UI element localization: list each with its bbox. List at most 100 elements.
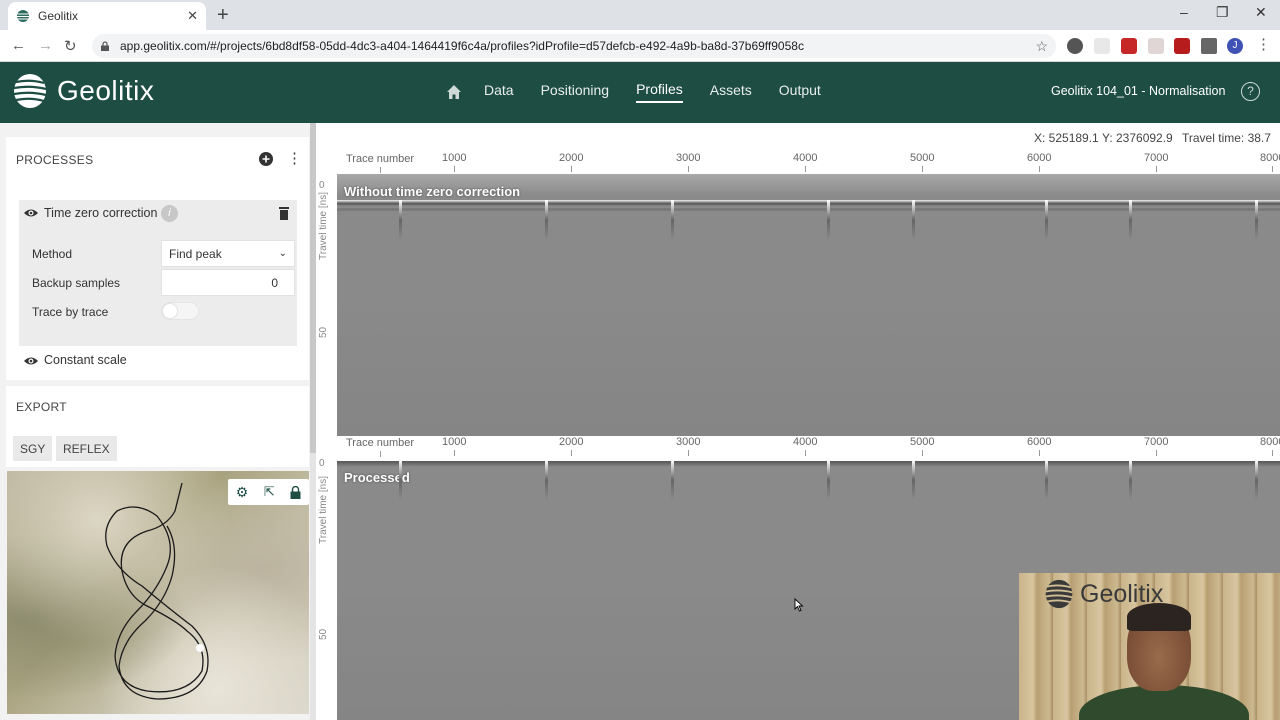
extension-pdf-icon[interactable]	[1174, 38, 1190, 54]
nav-profiles[interactable]: Profiles	[636, 81, 683, 103]
trace-tick: 8000	[1260, 152, 1280, 172]
processes-menu-icon[interactable]: ⋮	[287, 149, 302, 167]
home-icon[interactable]	[446, 84, 462, 100]
geolitix-favicon-icon	[17, 10, 29, 22]
y-tick: 50	[318, 628, 329, 640]
open-external-icon[interactable]: ⇱	[264, 484, 275, 500]
browser-tab-bar: Geolitix ✕ + – ❐ ✕	[0, 0, 1280, 30]
main-nav: Data Positioning Profiles Assets Output	[446, 81, 848, 103]
track-map[interactable]: ⚙ ⇱	[7, 471, 309, 714]
project-name[interactable]: Geolitix 104_01 - Normalisation	[1051, 84, 1225, 98]
geolitix-logo[interactable]: Geolitix	[13, 73, 154, 109]
webcam-overlay: Geolitix	[1019, 573, 1280, 720]
trace-by-trace-toggle[interactable]	[161, 302, 199, 320]
trace-marker	[912, 460, 915, 500]
address-bar-row: ← → ↻ app.geolitix.com/#/projects/6bd8df…	[0, 30, 1280, 62]
browser-tab[interactable]: Geolitix ✕	[8, 2, 206, 30]
app-header: Geolitix Data Positioning Profiles Asset…	[0, 62, 1280, 123]
bookmark-star-icon[interactable]: ☆	[1035, 38, 1048, 55]
trace-tick: 2000	[559, 152, 584, 172]
eye-icon[interactable]	[23, 355, 39, 367]
nav-data[interactable]: Data	[484, 82, 514, 102]
extension-mountain-icon[interactable]	[1094, 38, 1110, 54]
trace-marker	[399, 200, 402, 240]
y-axis-label: Travel time [ns]	[318, 192, 329, 260]
url-text: app.geolitix.com/#/projects/6bd8df58-05d…	[120, 39, 804, 53]
settings-gear-icon[interactable]: ⚙	[236, 484, 249, 501]
trace-tick: 4000	[793, 152, 818, 172]
backup-samples-value: 0	[271, 275, 278, 290]
trace-axis-title: Trace number	[346, 437, 415, 457]
trace-tick: 7000	[1144, 152, 1169, 172]
minimize-icon[interactable]: –	[1180, 4, 1188, 20]
close-window-icon[interactable]: ✕	[1255, 4, 1267, 21]
trace-tick: 5000	[910, 152, 935, 172]
extension-red-icon[interactable]	[1121, 38, 1137, 54]
forward-icon[interactable]: →	[38, 37, 53, 54]
map-toolbar: ⚙ ⇱	[228, 479, 309, 505]
travel-time-axis: 0 Travel time [ns] 50	[316, 458, 337, 720]
lock-icon[interactable]	[290, 485, 301, 499]
nav-assets[interactable]: Assets	[710, 82, 752, 102]
trace-tick: 1000	[442, 436, 467, 456]
close-tab-icon[interactable]: ✕	[187, 8, 198, 24]
extensions-puzzle-icon[interactable]	[1201, 38, 1217, 54]
trace-marker	[545, 200, 548, 240]
trace-tick: 1000	[442, 152, 467, 172]
trace-tick: 5000	[910, 436, 935, 456]
extension-cast-icon[interactable]	[1148, 38, 1164, 54]
trace-tick: 7000	[1144, 436, 1169, 456]
survey-track-line	[105, 482, 209, 700]
processes-title: PROCESSES	[16, 153, 94, 167]
nav-positioning[interactable]: Positioning	[541, 82, 610, 102]
reload-icon[interactable]: ↻	[64, 37, 77, 55]
add-process-icon[interactable]	[259, 152, 273, 166]
globe-logo-icon	[1045, 579, 1073, 609]
mouse-cursor-icon	[794, 598, 804, 612]
profile-avatar[interactable]: J	[1227, 38, 1243, 54]
info-icon[interactable]: i	[161, 205, 178, 222]
process-time-zero-correction: Time zero correction i Method Find peak …	[19, 200, 297, 346]
method-select[interactable]: Find peak ⌄	[161, 240, 295, 267]
y-tick: 50	[318, 326, 329, 338]
trace-marker	[1129, 200, 1132, 240]
lock-icon	[101, 41, 109, 51]
url-field[interactable]: app.geolitix.com/#/projects/6bd8df58-05d…	[92, 34, 1056, 58]
trace-marker	[399, 460, 402, 500]
cursor-coordinates: X: 525189.1 Y: 2376092.9 Travel time: 38…	[316, 123, 1280, 152]
travel-time-axis: 0 Travel time [ns] 50	[316, 174, 337, 436]
back-icon[interactable]: ←	[11, 37, 26, 54]
trace-tick: 3000	[676, 152, 701, 172]
extension-circle-icon[interactable]	[1067, 38, 1083, 54]
browser-menu-icon[interactable]: ⋮	[1256, 35, 1271, 53]
trace-tick: 2000	[559, 436, 584, 456]
trace-tick: 8000	[1260, 436, 1280, 456]
trace-marker	[1045, 200, 1048, 240]
trace-marker	[545, 460, 548, 500]
trace-tick: 4000	[793, 436, 818, 456]
nav-output[interactable]: Output	[779, 82, 821, 102]
left-panel: PROCESSES ⋮ Time zero correction i Metho…	[0, 123, 316, 720]
trace-marker	[912, 200, 915, 240]
export-sgy-button[interactable]: SGY	[13, 436, 53, 461]
new-tab-icon[interactable]: +	[217, 4, 229, 27]
process-name[interactable]: Time zero correction	[44, 206, 157, 220]
profile-raw: Trace number 1000 2000 3000 4000 5000 60…	[316, 152, 1280, 436]
process-constant-scale[interactable]: Constant scale	[44, 353, 127, 367]
restore-icon[interactable]: ❐	[1216, 4, 1229, 21]
trash-icon[interactable]	[278, 206, 290, 220]
trace-marker	[1255, 200, 1258, 240]
export-title: EXPORT	[16, 400, 67, 414]
help-icon[interactable]: ?	[1241, 82, 1260, 101]
export-reflex-button[interactable]: REFLEX	[56, 436, 117, 461]
eye-icon[interactable]	[23, 207, 39, 219]
trace-axis: Trace number 1000 2000 3000 4000 5000 60…	[316, 436, 1280, 458]
trace-marker	[1129, 460, 1132, 500]
y-tick: 0	[319, 180, 325, 191]
radargram-raw[interactable]: Without time zero correction	[337, 174, 1280, 436]
travel-time: Travel time: 38.7	[1182, 131, 1271, 145]
backup-samples-input[interactable]: 0	[161, 269, 295, 296]
presenter-hair	[1127, 603, 1191, 631]
brand-name: Geolitix	[57, 75, 155, 106]
panel-label: Without time zero correction	[344, 184, 521, 199]
